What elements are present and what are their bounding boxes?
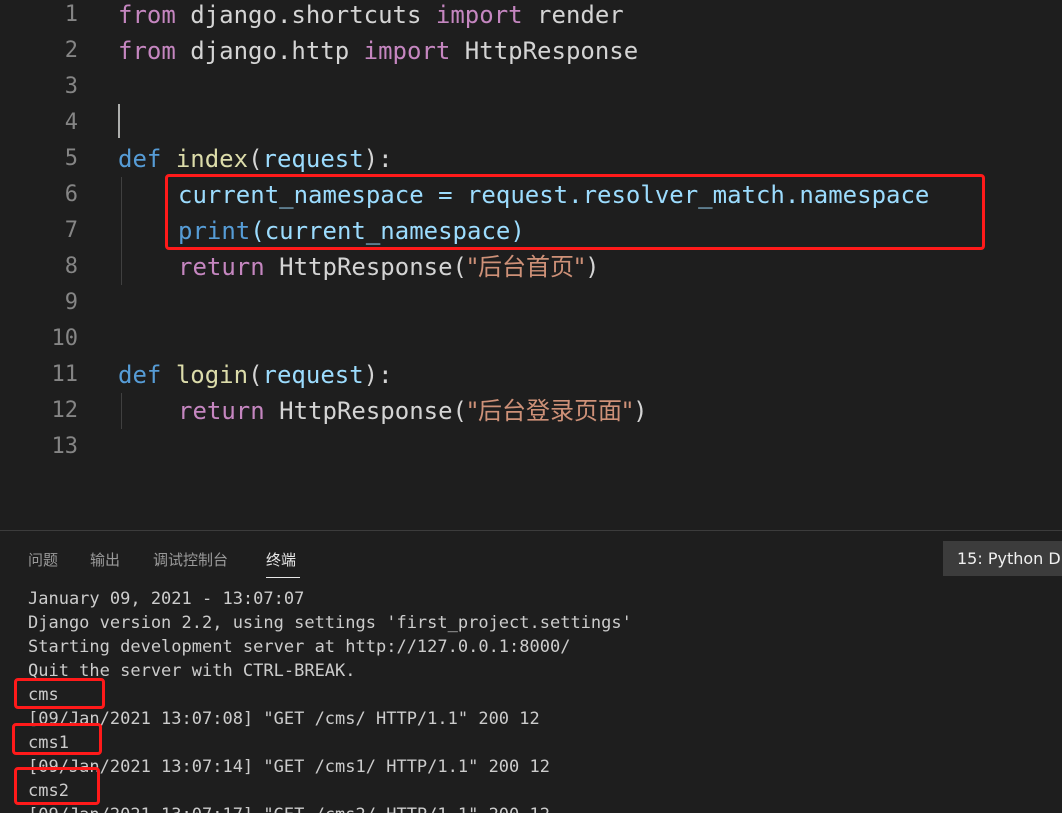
code-line: 12 return HttpResponse("后台登录页面"): [0, 393, 1062, 429]
code-line: 2 from django.http import HttpResponse: [0, 33, 1062, 69]
code-text[interactable]: return HttpResponse("后台登录页面"): [178, 393, 648, 429]
bottom-panel: 问题 输出 调试控制台 终端 15: Python D January 09, …: [0, 530, 1062, 813]
indent-guide: [121, 177, 122, 285]
line-number: 11: [51, 362, 79, 387]
line-number: 3: [64, 74, 78, 99]
indent-guide: [121, 393, 122, 429]
active-tab-indicator: [266, 577, 300, 578]
code-text[interactable]: from django.shortcuts import render: [118, 0, 624, 33]
code-line: 3: [0, 69, 1062, 105]
terminal-line: Django version 2.2, using settings 'firs…: [28, 613, 632, 633]
line-number: 8: [64, 254, 78, 279]
tab-output[interactable]: 输出: [90, 549, 120, 570]
line-number: 10: [51, 326, 79, 351]
line-number: 6: [64, 182, 78, 207]
tab-terminal[interactable]: 终端: [266, 549, 296, 570]
code-line: 9: [0, 285, 1062, 321]
line-number: 1: [64, 2, 78, 27]
terminal-line: [09/Jan/2021 13:07:08] "GET /cms/ HTTP/1…: [28, 709, 540, 729]
line-number: 5: [64, 146, 78, 171]
line-number: 7: [64, 218, 78, 243]
code-editor[interactable]: 1 from django.shortcuts import render 2 …: [0, 0, 1062, 530]
tab-debug-console[interactable]: 调试控制台: [153, 549, 228, 570]
code-line: 5 def index(request):: [0, 141, 1062, 177]
code-text[interactable]: def index(request):: [118, 141, 393, 177]
line-number: 2: [64, 38, 78, 63]
code-text[interactable]: return HttpResponse("后台首页"): [178, 249, 600, 285]
line-number: 13: [51, 434, 79, 459]
terminal-line: [09/Jan/2021 13:07:14] "GET /cms1/ HTTP/…: [28, 757, 550, 777]
terminal-line: January 09, 2021 - 13:07:07: [28, 589, 305, 609]
code-line: 11 def login(request):: [0, 357, 1062, 393]
highlight-box: [14, 767, 100, 805]
line-number: 9: [64, 290, 78, 315]
code-line: 4: [0, 105, 1062, 141]
code-line: 8 return HttpResponse("后台首页"): [0, 249, 1062, 285]
code-line: 1 from django.shortcuts import render: [0, 0, 1062, 33]
code-line: 10: [0, 321, 1062, 357]
terminal-selector[interactable]: 15: Python D: [943, 541, 1062, 576]
line-number: 4: [64, 110, 78, 135]
tab-problems[interactable]: 问题: [28, 549, 58, 570]
highlight-box: [12, 723, 102, 755]
code-text[interactable]: from django.http import HttpResponse: [118, 33, 638, 69]
text-cursor: [118, 104, 120, 138]
terminal-line: Starting development server at http://12…: [28, 637, 571, 657]
code-text[interactable]: def login(request):: [118, 357, 393, 393]
highlight-box: [14, 678, 105, 709]
highlight-box: [165, 174, 985, 250]
code-line: 13: [0, 429, 1062, 465]
line-number: 12: [51, 398, 79, 423]
